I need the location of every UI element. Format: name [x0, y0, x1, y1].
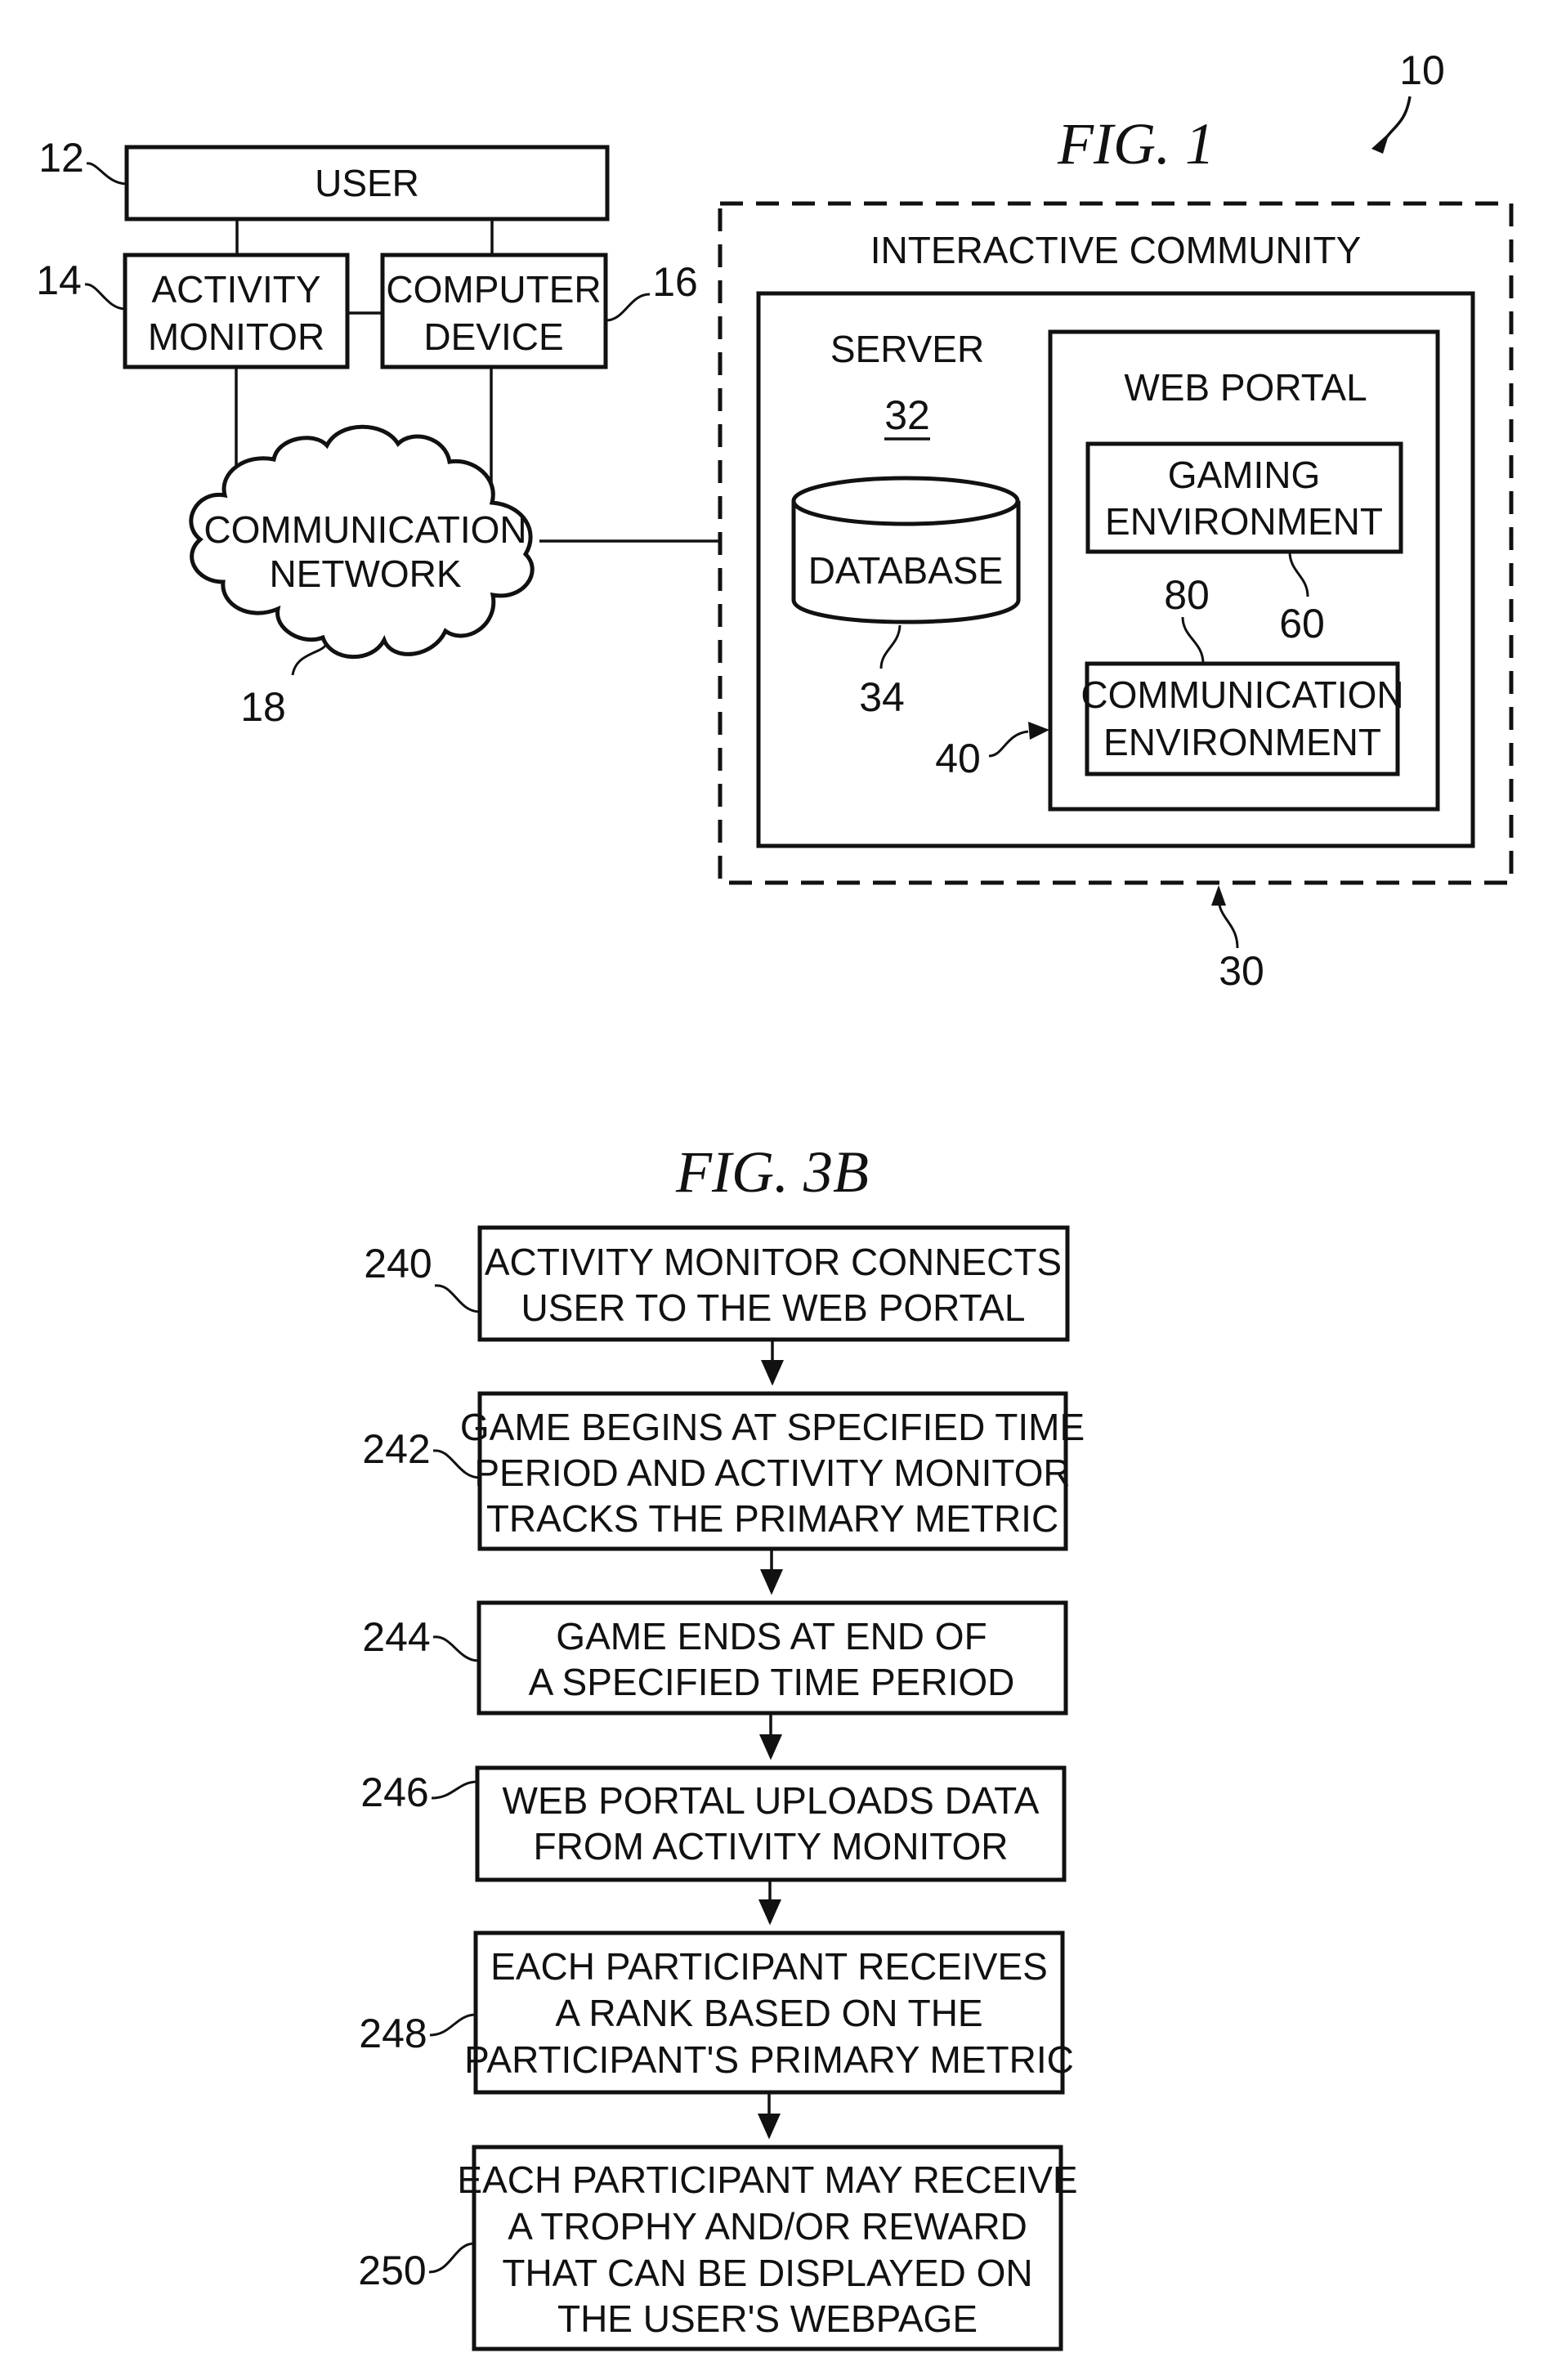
flow-step-ref: 246 — [360, 1769, 428, 1815]
ref-18-leader — [291, 644, 327, 676]
ref-14-leader — [84, 283, 126, 311]
flow-step-248: EACH PARTICIPANT RECEIVES A RANK BASED O… — [359, 1930, 1074, 2095]
ref-12-label: 12 — [38, 135, 84, 181]
ref-80-label: 80 — [1164, 572, 1210, 618]
flow-step-line: FROM ACTIVITY MONITOR — [534, 1825, 1009, 1868]
flow-step-line: A TROPHY AND/OR REWARD — [508, 2205, 1027, 2248]
computer-device-node: COMPUTER DEVICE 16 — [380, 253, 698, 369]
user-label: USER — [315, 162, 419, 204]
ref-60-label: 60 — [1279, 601, 1325, 646]
flow-step-ref: 248 — [359, 2011, 427, 2056]
flow-step-line: WEB PORTAL UPLOADS DATA — [503, 1779, 1040, 1822]
fig3b-title: FIG. 3B — [675, 1139, 869, 1205]
gaming-environment-line-1: GAMING — [1168, 454, 1321, 496]
flow-step-246: WEB PORTAL UPLOADS DATA FROM ACTIVITY MO… — [360, 1765, 1067, 1882]
activity-monitor-line-1: ACTIVITY — [151, 268, 320, 311]
flow-step-line: USER TO THE WEB PORTAL — [521, 1286, 1026, 1329]
communication-network-node: COMMUNICATION NETWORK 18 — [189, 424, 535, 730]
flow-step-ref-leader — [429, 2013, 477, 2037]
flow-step-ref-leader — [428, 2242, 475, 2274]
flow-step-line: PERIOD AND ACTIVITY MONITOR — [474, 1452, 1070, 1494]
web-portal-label: WEB PORTAL — [1124, 366, 1367, 409]
ref-14-label: 14 — [36, 257, 82, 303]
flow-step-line: EACH PARTICIPANT RECEIVES — [490, 1945, 1048, 1988]
ref-34-label: 34 — [859, 674, 905, 720]
ref-30-label: 30 — [1219, 948, 1264, 994]
flow-step-ref-leader — [432, 1635, 480, 1662]
flow-step-line: EACH PARTICIPANT MAY RECEIVE — [457, 2159, 1077, 2201]
gaming-environment-line-2: ENVIRONMENT — [1105, 500, 1383, 543]
computer-device-line-2: DEVICE — [423, 315, 563, 358]
network-line-2: NETWORK — [269, 552, 461, 595]
patent-figure-sheet: FIG. 1 10 USER 12 ACTIVITY MONITOR 14 CO… — [36, 47, 1514, 2351]
interactive-community-label: INTERACTIVE COMMUNITY — [870, 229, 1362, 271]
ref-16-leader — [605, 293, 651, 322]
ref-40-label: 40 — [935, 736, 981, 781]
flow-step-244: GAME ENDS AT END OF A SPECIFIED TIME PER… — [362, 1600, 1068, 1716]
flow-step-ref: 250 — [358, 2248, 426, 2293]
flow-step-ref-leader — [432, 1449, 481, 1479]
flow-step-line: A SPECIFIED TIME PERIOD — [529, 1661, 1015, 1703]
database-cylinder-top-icon — [791, 476, 1020, 526]
flow-step-250: EACH PARTICIPANT MAY RECEIVE A TROPHY AN… — [358, 2145, 1078, 2351]
flow-step-240: ACTIVITY MONITOR CONNECTS USER TO THE WE… — [364, 1225, 1070, 1342]
flow-step-line: PARTICIPANT'S PRIMARY METRIC — [464, 2038, 1074, 2081]
communication-environment-line-2: ENVIRONMENT — [1103, 721, 1381, 763]
flow-step-242: GAME BEGINS AT SPECIFIED TIME PERIOD AND… — [362, 1391, 1085, 1551]
activity-monitor-line-2: MONITOR — [148, 315, 324, 358]
fig1-title: FIG. 1 — [1057, 111, 1215, 177]
user-node: USER 12 — [38, 135, 610, 221]
activity-monitor-node: ACTIVITY MONITOR 14 — [36, 253, 350, 369]
database-label: DATABASE — [808, 549, 1004, 592]
network-line-1: COMMUNICATION — [204, 508, 526, 551]
computer-device-line-1: COMPUTER — [386, 268, 601, 311]
fig1: FIG. 1 10 USER 12 ACTIVITY MONITOR 14 CO… — [36, 47, 1514, 994]
flow-step-line: GAME BEGINS AT SPECIFIED TIME — [460, 1406, 1085, 1448]
flow-step-ref-leader — [431, 1780, 478, 1800]
flow-step-line: A RANK BASED ON THE — [555, 1992, 982, 2034]
flow-step-line: THE USER'S WEBPAGE — [557, 2297, 978, 2340]
flow-step-line: TRACKS THE PRIMARY METRIC — [486, 1497, 1058, 1540]
ref-32-label: 32 — [884, 392, 930, 438]
ref-10-arrowhead-icon — [1371, 132, 1389, 154]
ref-16-label: 16 — [652, 259, 698, 305]
flow-step-ref: 242 — [362, 1426, 430, 1472]
ref-30-arrowhead-icon — [1211, 885, 1226, 906]
flow-step-ref-leader — [434, 1284, 481, 1313]
ref-18-label: 18 — [240, 684, 286, 730]
flow-step-ref: 240 — [364, 1241, 432, 1286]
fig3b: FIG. 3B ACTIVITY MONITOR CONNECTS USER T… — [358, 1139, 1085, 2351]
server-label: SERVER — [830, 328, 984, 370]
ref-30-leader — [1217, 898, 1239, 949]
communication-environment-line-1: COMMUNICATION — [1081, 673, 1403, 716]
ref-12-leader — [86, 162, 128, 186]
flow-step-line: ACTIVITY MONITOR CONNECTS — [485, 1241, 1062, 1283]
flow-step-line: THAT CAN BE DISPLAYED ON — [502, 2252, 1032, 2294]
ref-10-label: 10 — [1399, 47, 1445, 93]
flow-step-line: GAME ENDS AT END OF — [556, 1615, 987, 1658]
flow-step-ref: 244 — [362, 1614, 430, 1660]
